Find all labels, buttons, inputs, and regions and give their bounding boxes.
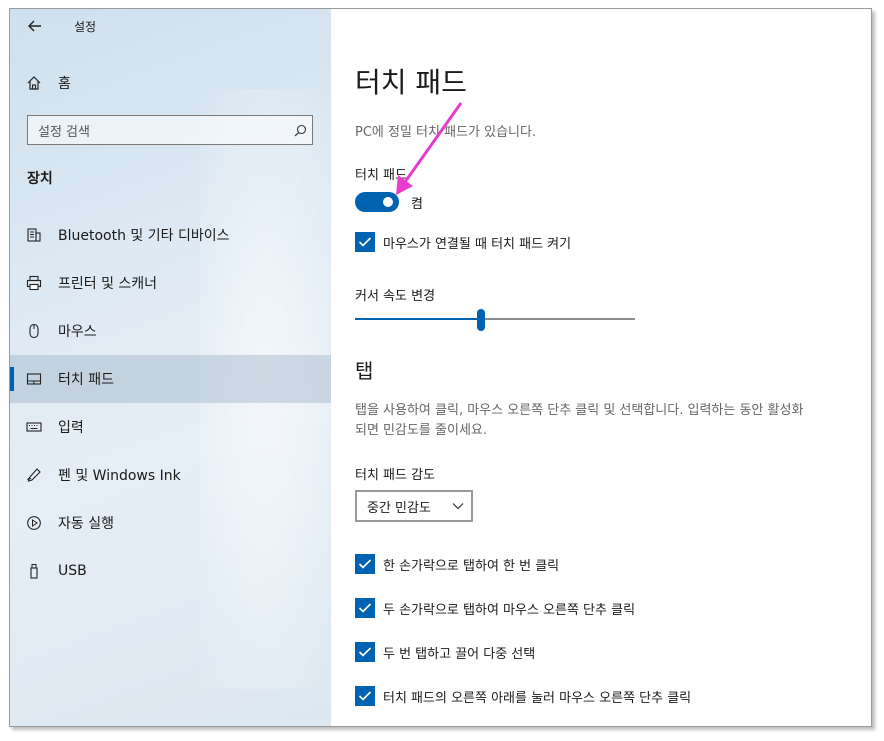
settings-window: 설정 홈 설정 검색 장치 Bluetooth 및 기타 디바이스 프린터 및 … xyxy=(9,8,872,727)
pen-icon xyxy=(10,467,58,483)
cursor-speed-label: 커서 속도 변경 xyxy=(355,289,436,304)
sidebar-item-mouse[interactable]: 마우스 xyxy=(10,307,331,355)
tap-heading: 탭 xyxy=(355,359,374,383)
chevron-down-icon xyxy=(445,502,471,510)
home-label: 홈 xyxy=(58,76,71,92)
sidebar-item-printers[interactable]: 프린터 및 스캐너 xyxy=(10,259,331,307)
home-icon xyxy=(10,75,58,91)
sidebar-item-label: 입력 xyxy=(58,420,84,436)
section-title: 장치 xyxy=(27,171,53,187)
sidebar-item-pen[interactable]: 펜 및 Windows Ink xyxy=(10,451,331,499)
usb-icon xyxy=(10,563,58,579)
sidebar-item-autoplay[interactable]: 자동 실행 xyxy=(10,499,331,547)
sidebar-item-home[interactable]: 홈 xyxy=(10,67,331,99)
touchpad-label: 터치 패드 xyxy=(355,168,407,183)
option-checkbox-double-tap-drag[interactable]: 두 번 탭하고 끌어 다중 선택 xyxy=(355,642,535,662)
title-bar: 설정 xyxy=(10,9,331,43)
sidebar-item-bluetooth[interactable]: Bluetooth 및 기타 디바이스 xyxy=(10,211,331,259)
checkbox-label: 마우스가 연결될 때 터치 패드 켜기 xyxy=(383,236,572,252)
checkmark-icon xyxy=(355,232,375,252)
sidebar-item-touchpad[interactable]: 터치 패드 xyxy=(10,355,331,403)
checkmark-icon xyxy=(355,554,375,574)
checkmark-icon xyxy=(355,642,375,662)
page-description: PC에 정밀 터치 패드가 있습니다. xyxy=(355,125,537,140)
mouse-connected-checkbox[interactable]: 마우스가 연결될 때 터치 패드 켜기 xyxy=(355,232,571,252)
sidebar-nav: Bluetooth 및 기타 디바이스 프린터 및 스캐너 마우스 터치 패드 xyxy=(10,211,331,595)
slider-thumb[interactable] xyxy=(477,309,485,331)
touchpad-toggle[interactable] xyxy=(355,192,399,212)
touchpad-toggle-state: 켬 xyxy=(411,197,423,212)
sidebar-item-label: 자동 실행 xyxy=(58,516,114,532)
cursor-speed-slider[interactable] xyxy=(355,309,635,331)
sidebar-item-label: USB xyxy=(58,563,87,579)
toggle-knob xyxy=(383,197,393,207)
search-icon xyxy=(288,124,312,137)
checkbox-label: 두 번 탭하고 끌어 다중 선택 xyxy=(383,646,536,662)
app-title: 설정 xyxy=(74,19,97,34)
printer-icon xyxy=(10,275,58,291)
sensitivity-dropdown[interactable]: 중간 민감도 xyxy=(355,490,473,522)
option-checkbox-one-finger[interactable]: 한 손가락으로 탭하여 한 번 클릭 xyxy=(355,554,559,574)
checkmark-icon xyxy=(355,598,375,618)
bluetooth-devices-icon xyxy=(10,227,58,243)
sidebar-item-typing[interactable]: 입력 xyxy=(10,403,331,451)
sidebar-item-usb[interactable]: USB xyxy=(10,547,331,595)
sidebar-item-label: 펜 및 Windows Ink xyxy=(58,468,181,484)
keyboard-icon xyxy=(10,419,58,435)
sidebar-item-label: 마우스 xyxy=(58,324,97,340)
checkbox-label: 두 손가락으로 탭하여 마우스 오른쪽 단추 클릭 xyxy=(383,602,636,618)
checkmark-icon xyxy=(355,686,375,706)
back-arrow-icon xyxy=(28,20,41,32)
back-button[interactable] xyxy=(10,9,60,43)
option-checkbox-two-finger[interactable]: 두 손가락으로 탭하여 마우스 오른쪽 단추 클릭 xyxy=(355,598,635,618)
search-input[interactable]: 설정 검색 xyxy=(28,121,288,140)
checkbox-label: 한 손가락으로 탭하여 한 번 클릭 xyxy=(383,558,560,574)
sensitivity-label: 터치 패드 감도 xyxy=(355,468,436,483)
tap-description: 탭을 사용하여 클릭, 마우스 오른쪽 단추 클릭 및 선택합니다. 입력하는 … xyxy=(355,403,804,438)
main-content: 터치 패드 PC에 정밀 터치 패드가 있습니다. 터치 패드 켬 마우스가 연… xyxy=(331,9,871,726)
page-title: 터치 패드 xyxy=(355,66,467,99)
search-box[interactable]: 설정 검색 xyxy=(27,115,313,145)
sensitivity-value: 중간 민감도 xyxy=(367,500,431,516)
checkbox-label: 터치 패드의 오른쪽 아래를 눌러 마우스 오른쪽 단추 클릭 xyxy=(383,690,692,706)
sidebar-item-label: 프린터 및 스캐너 xyxy=(58,276,158,292)
sidebar-item-label: Bluetooth 및 기타 디바이스 xyxy=(58,228,230,244)
autoplay-icon xyxy=(10,515,58,531)
touchpad-icon xyxy=(10,371,58,387)
slider-fill xyxy=(355,318,481,320)
option-checkbox-bottom-right[interactable]: 터치 패드의 오른쪽 아래를 눌러 마우스 오른쪽 단추 클릭 xyxy=(355,686,691,706)
mouse-icon xyxy=(10,323,58,339)
sidebar: 설정 홈 설정 검색 장치 Bluetooth 및 기타 디바이스 프린터 및 … xyxy=(10,9,331,726)
sidebar-item-label: 터치 패드 xyxy=(58,372,114,388)
